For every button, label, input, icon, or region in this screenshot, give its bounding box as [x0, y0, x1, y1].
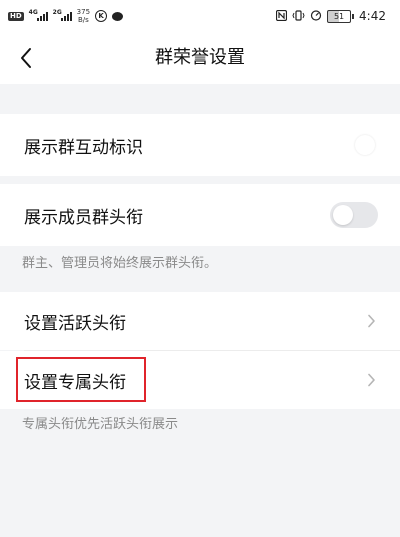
network-speed: 375 B/s [77, 8, 90, 24]
exclusive-title-hint: 专属头衔优先活跃头衔展示 [22, 417, 179, 432]
active-title-row[interactable]: 设置活跃头衔 [0, 292, 400, 350]
chevron-left-icon [21, 48, 31, 68]
exclusive-title-label: 设置专属头衔 [24, 372, 126, 393]
group-interaction-label: 展示群互动标识 [24, 137, 143, 158]
member-title-toggle[interactable] [330, 202, 378, 228]
network-speed-unit: B/s [77, 16, 89, 24]
group-interaction-toggle[interactable] [330, 132, 378, 158]
chat-icon [112, 11, 124, 21]
alarm-icon [310, 9, 322, 23]
signal-icon: 2G [52, 9, 72, 21]
hd-icon: HD [8, 11, 24, 21]
exclusive-title-row[interactable]: 设置专属头衔 [0, 351, 400, 409]
nfc-icon [275, 9, 288, 23]
page-title: 群荣誉设置 [155, 47, 245, 68]
status-right: 51 4:42 [275, 9, 386, 23]
active-title-label: 设置活跃头衔 [24, 313, 126, 334]
signal-icon: 4G [28, 9, 48, 21]
toggle-knob [333, 205, 353, 225]
battery-level: 51 [327, 9, 352, 23]
k-icon: K [95, 10, 108, 22]
member-title-row[interactable]: 展示成员群头衔 [0, 184, 400, 246]
signal-tag: 4G [28, 9, 38, 16]
member-title-hint: 群主、管理员将始终展示群头衔。 [22, 256, 218, 271]
member-title-label: 展示成员群头衔 [24, 207, 143, 228]
nav-bar: 群荣誉设置 [0, 32, 400, 84]
status-bar: HD 4G 2G 375 B/s K 51 4:42 [0, 0, 400, 32]
toggle-knob [355, 135, 375, 155]
screen: HD 4G 2G 375 B/s K 51 4:42 群荣誉设置 展示群互动标识… [0, 0, 400, 537]
status-left: HD 4G 2G 375 B/s K [8, 8, 124, 24]
status-time: 4:42 [359, 9, 386, 23]
back-button[interactable] [10, 42, 42, 74]
chevron-right-icon [364, 314, 378, 328]
signal-tag: 2G [52, 9, 62, 16]
network-speed-value: 375 [76, 8, 91, 16]
group-interaction-row[interactable]: 展示群互动标识 [0, 114, 400, 176]
battery-icon: 51 [327, 9, 355, 23]
chevron-right-icon [364, 373, 378, 387]
vibrate-icon [292, 9, 305, 23]
